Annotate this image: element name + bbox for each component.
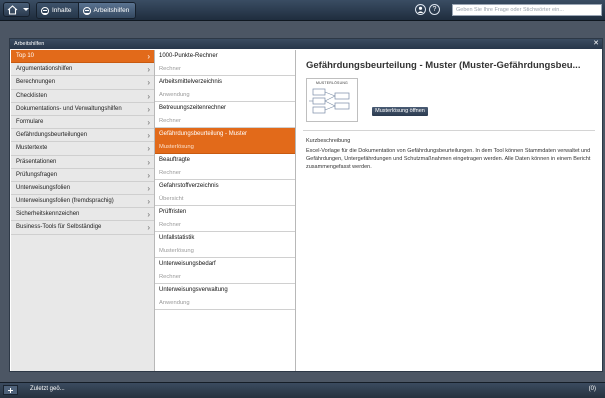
list-item[interactable]: Prüffristen Rechner <box>155 206 295 232</box>
item-name: Prüffristen <box>159 209 187 215</box>
item-type: Rechner <box>159 222 181 228</box>
category-item[interactable]: Präsentationen <box>11 156 154 169</box>
category-item[interactable]: Dokumentations- und Verwaltungshilfen <box>11 103 154 116</box>
tool-list: 1000-Punkte-Rechner Rechner Arbeitsmitte… <box>155 50 296 371</box>
home-menu-button[interactable] <box>3 2 30 17</box>
category-item[interactable]: Checklisten <box>11 90 154 103</box>
category-list: Top 10 Argumentationshilfen Berechnungen… <box>11 50 155 371</box>
item-name: Gefahrstoffverzeichnis <box>159 183 219 189</box>
category-item[interactable]: Berechnungen <box>11 76 154 90</box>
list-item[interactable]: 1000-Punkte-Rechner Rechner <box>155 50 295 76</box>
item-name: Beauftragte <box>159 157 191 163</box>
list-item-selected[interactable]: Gefährdungsbeurteilung - Muster Musterlö… <box>155 128 295 154</box>
detail-panel: Gefährdungsbeurteilung - Muster (Muster-… <box>297 50 601 371</box>
tab-inhalte[interactable]: Inhalte <box>37 3 78 18</box>
tab-arbeitshilfen[interactable]: Arbeitshilfen <box>77 3 136 18</box>
item-name: Unterweisungsverwaltung <box>159 287 228 293</box>
user-icon[interactable] <box>415 4 426 15</box>
tab-label: Arbeitshilfen <box>93 7 130 14</box>
category-item[interactable]: Unterweisungsfolien <box>11 182 154 196</box>
divider <box>303 130 595 131</box>
item-type: Rechner <box>159 66 181 72</box>
item-type: Übersicht <box>159 196 184 202</box>
bottom-bar: Zuletzt geö... (0) <box>0 382 605 398</box>
arbeitshilfen-window: Arbeitshilfen ✕ Top 10 Argumentationshil… <box>9 38 603 372</box>
item-name: Unfallstatistik <box>159 235 195 241</box>
main-tabs: Inhalte Arbeitshilfen <box>36 2 137 19</box>
category-item[interactable]: Top 10 <box>11 50 154 64</box>
preview-thumbnail: MUSTERLÖSUNG <box>306 78 358 122</box>
category-item[interactable]: Gefährdungsbeurteilungen <box>11 129 154 143</box>
category-item[interactable]: Argumentationshilfen <box>11 63 154 77</box>
detail-title: Gefährdungsbeurteilung - Muster (Muster-… <box>306 60 581 71</box>
list-item[interactable]: Unterweisungsbedarf Rechner <box>155 258 295 284</box>
item-type: Rechner <box>159 118 181 124</box>
category-item[interactable]: Sicherheitskennzeichen <box>11 208 154 222</box>
tab-label: Inhalte <box>52 7 72 14</box>
search-input[interactable]: Geben Sie Ihre Frage oder Stichwörter ei… <box>452 4 602 16</box>
flowchart-preview-icon <box>309 88 350 114</box>
description-heading: Kurzbeschreibung <box>306 138 351 144</box>
item-name: Gefährdungsbeurteilung - Muster <box>159 131 248 137</box>
close-icon[interactable]: ✕ <box>592 40 600 48</box>
item-name: Unterweisungsbedarf <box>159 261 216 267</box>
recently-opened-label[interactable]: Zuletzt geö... <box>30 386 65 392</box>
window-title: Arbeitshilfen <box>14 41 45 47</box>
description-text: Excel-Vorlage für die Dokumentation von … <box>306 148 591 170</box>
help-icon[interactable]: ? <box>429 4 440 15</box>
list-item[interactable]: Beauftragte Rechner <box>155 154 295 180</box>
list-item[interactable]: Gefahrstoffverzeichnis Übersicht <box>155 180 295 206</box>
category-item[interactable]: Formulare <box>11 116 154 130</box>
list-item[interactable]: Arbeitsmittelverzeichnis Anwendung <box>155 76 295 102</box>
item-type: Musterlösung <box>159 248 194 254</box>
count-badge: (0) <box>588 386 596 392</box>
window-titlebar: Arbeitshilfen ✕ <box>10 39 602 49</box>
chevron-down-icon <box>23 8 29 11</box>
content-icon <box>41 6 49 15</box>
add-icon[interactable] <box>3 385 18 395</box>
tools-icon <box>82 6 91 15</box>
open-solution-button[interactable]: Musterlösung öffnen <box>372 107 428 116</box>
list-item[interactable]: Unfallstatistik Musterlösung <box>155 232 295 258</box>
top-toolbar: Inhalte Arbeitshilfen ? Geben Sie Ihre F… <box>0 0 605 21</box>
category-item[interactable]: Prüfungsfragen <box>11 169 154 182</box>
list-item[interactable]: Betreuungszeitenrechner Rechner <box>155 102 295 128</box>
item-name: 1000-Punkte-Rechner <box>159 53 218 59</box>
item-type: Musterlösung <box>159 144 194 150</box>
category-item[interactable]: Mustertexte <box>11 142 154 156</box>
item-type: Rechner <box>159 274 181 280</box>
item-type: Anwendung <box>159 92 190 98</box>
item-name: Arbeitsmittelverzeichnis <box>159 79 223 85</box>
item-type: Anwendung <box>159 300 190 306</box>
item-name: Betreuungszeitenrechner <box>159 105 227 111</box>
list-item[interactable]: Unterweisungsverwaltung Anwendung <box>155 284 295 310</box>
home-icon <box>7 5 18 15</box>
category-item[interactable]: Business-Tools für Selbständige <box>11 221 154 235</box>
category-item[interactable]: Unterweisungsfolien (fremdsprachig) <box>11 195 154 209</box>
item-type: Rechner <box>159 170 181 176</box>
